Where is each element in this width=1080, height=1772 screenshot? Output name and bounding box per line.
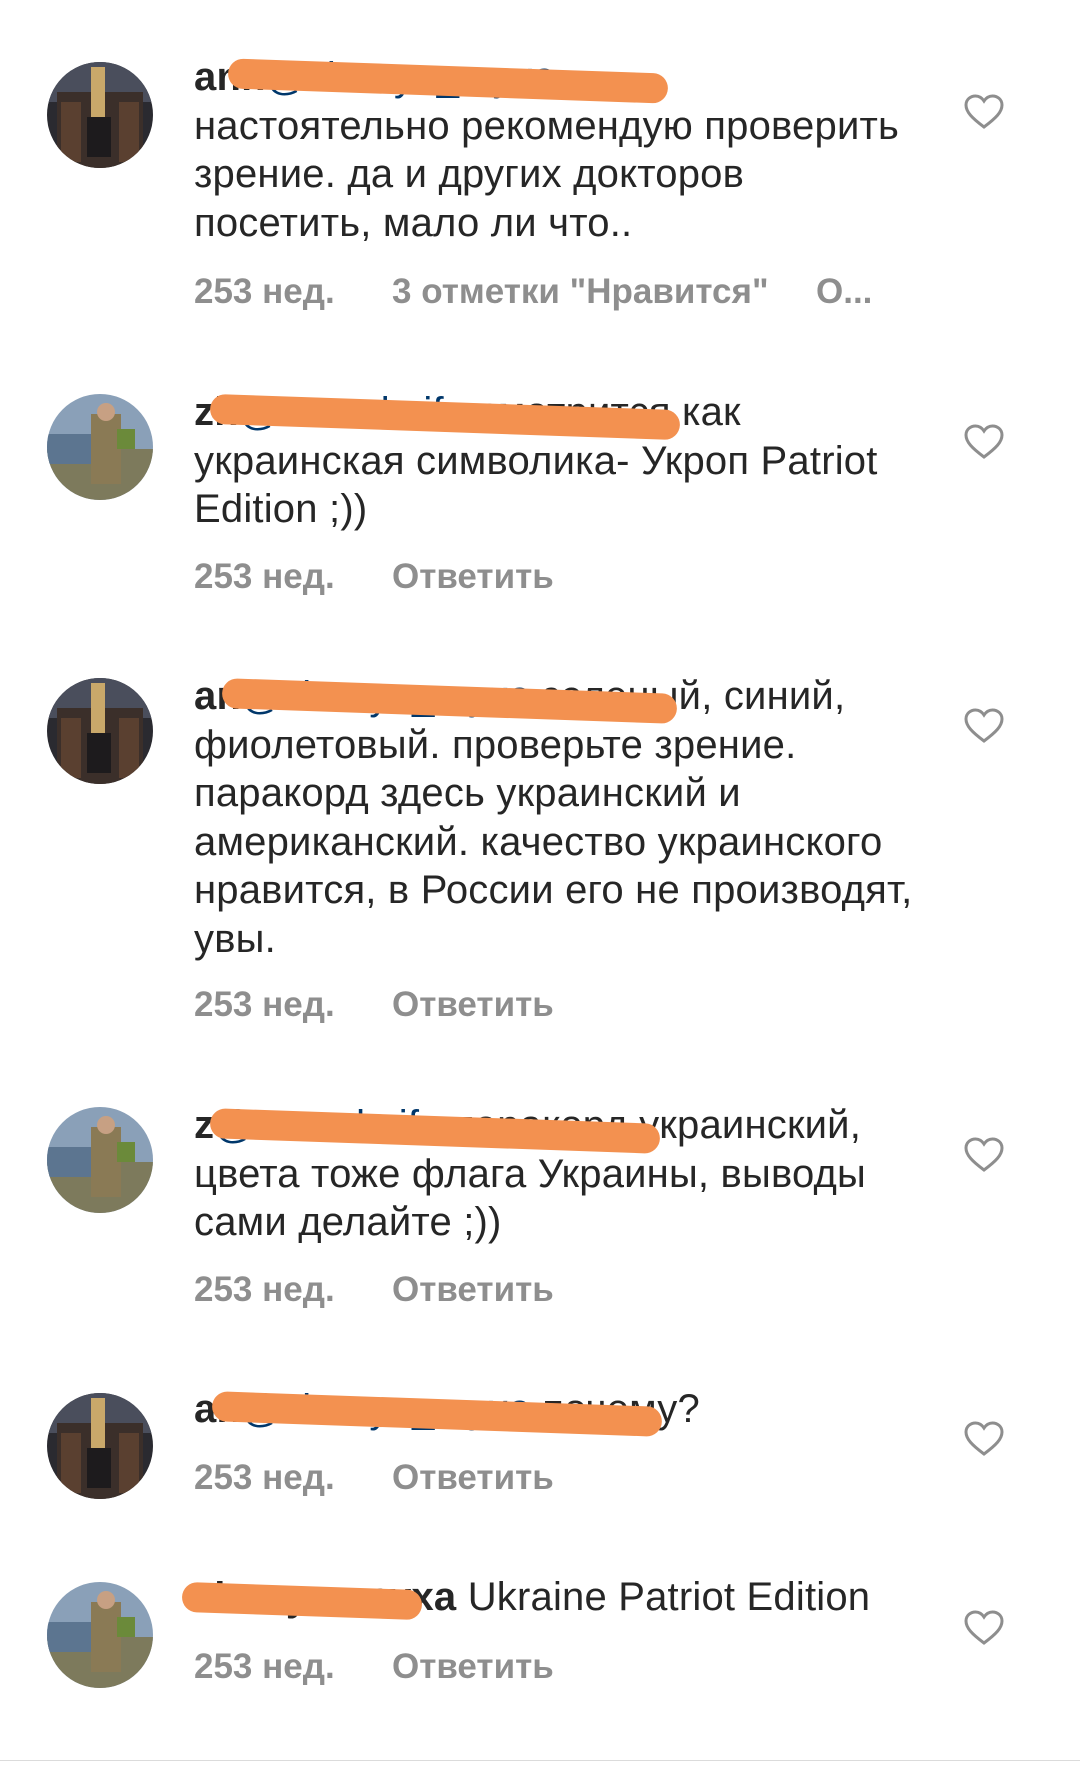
reply-button[interactable]: Ответить xyxy=(392,1647,554,1687)
avatar[interactable] xyxy=(47,1582,153,1688)
reply-button[interactable]: Ответить xyxy=(392,1270,554,1310)
comment-time: 253 нед. xyxy=(194,985,335,1024)
avatar[interactable] xyxy=(47,394,153,500)
comment-meta: 253 нед. Ответить xyxy=(194,985,554,1025)
reply-button[interactable]: Ответить xyxy=(392,1458,554,1498)
comment-meta: 253 нед. 3 отметки "Нравится" О... xyxy=(194,272,872,312)
divider xyxy=(0,1760,1080,1761)
comment-time: 253 нед. xyxy=(194,1647,335,1686)
comment-meta: 253 нед. Ответить xyxy=(194,1647,554,1687)
comment-meta: 253 нед. Ответить xyxy=(194,557,554,597)
comment-likes[interactable]: 3 отметки "Нравится" xyxy=(392,272,816,312)
avatar[interactable] xyxy=(47,678,153,784)
comment-body: Ukraine Patriot Edition xyxy=(467,1575,871,1619)
reply-button[interactable]: О... xyxy=(816,272,872,312)
reply-button[interactable]: Ответить xyxy=(392,557,554,597)
heart-icon[interactable] xyxy=(964,1137,1004,1173)
heart-icon[interactable] xyxy=(964,94,1004,130)
comment-time: 253 нед. xyxy=(194,1270,335,1309)
heart-icon[interactable] xyxy=(964,424,1004,460)
heart-icon[interactable] xyxy=(964,1421,1004,1457)
avatar[interactable] xyxy=(47,62,153,168)
comment-time: 253 нед. xyxy=(194,1458,335,1497)
heart-icon[interactable] xyxy=(964,1610,1004,1646)
heart-icon[interactable] xyxy=(964,708,1004,744)
avatar[interactable] xyxy=(47,1393,153,1499)
comment-body: настоятельно рекомендую проверить зрение… xyxy=(194,103,900,245)
comment-meta: 253 нед. Ответить xyxy=(194,1458,554,1498)
comment-time: 253 нед. xyxy=(194,557,335,596)
avatar[interactable] xyxy=(47,1107,153,1213)
reply-button[interactable]: Ответить xyxy=(392,985,554,1025)
comment-time: 253 нед. xyxy=(194,272,335,311)
comment-meta: 253 нед. Ответить xyxy=(194,1270,554,1310)
